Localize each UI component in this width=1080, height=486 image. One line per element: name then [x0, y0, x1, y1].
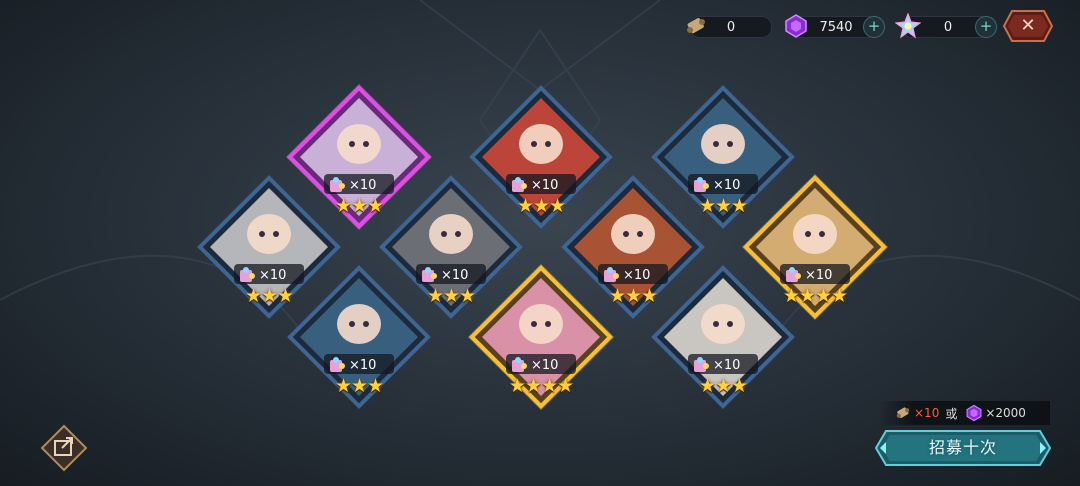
close-button[interactable]: ✕ [1002, 9, 1054, 43]
recruit-ten-label: 招募十次 [928, 438, 997, 457]
close-icon: ✕ [1020, 15, 1036, 36]
puzzle-shard-icon [694, 357, 709, 372]
scroll-counter: 0 [687, 16, 772, 38]
buy-gem-button[interactable]: + [863, 16, 885, 38]
shard-count-text: ×10 [349, 357, 377, 373]
scroll-icon [896, 407, 910, 418]
recruit-ten-button[interactable]: 招募十次 [874, 429, 1052, 467]
shard-count-text: ×10 [713, 177, 741, 193]
share-button[interactable] [38, 424, 90, 472]
scroll-count: 0 [726, 19, 736, 35]
character-card-white-hair-boy[interactable]: ×10 ★★★ [648, 262, 798, 412]
recruit-cost: ×10 或 ×2000 [880, 401, 1050, 425]
character-card-blue-maid-bottom[interactable]: ×10 ★★★ [284, 262, 434, 412]
gem-counter: 7540 + [785, 14, 885, 38]
shard-count-text: ×10 [259, 267, 287, 283]
star-rating: ★★★ [698, 375, 748, 397]
shard-count-text: ×10 [531, 177, 559, 193]
character-card-pink-hair-girl[interactable]: ×10 ★★★★ [466, 262, 616, 412]
buy-crystal-button[interactable]: + [975, 16, 997, 38]
shard-count-text: ×10 [623, 267, 651, 283]
share-icon [40, 424, 88, 472]
shard-count: ×10 [328, 356, 398, 374]
shard-count-text: ×10 [713, 357, 741, 373]
puzzle-shard-icon [330, 357, 345, 372]
puzzle-shard-icon [240, 267, 255, 282]
shard-count-text: ×10 [805, 267, 833, 283]
shard-count: ×10 [510, 356, 580, 374]
crystal-counter: 0 + [895, 13, 997, 39]
star-rating: ★★★ [334, 375, 384, 397]
shard-count-text: ×10 [349, 177, 377, 193]
gem-cost: ×2000 [985, 406, 1026, 420]
purple-gem-icon [966, 404, 982, 422]
shard-count-text: ×10 [531, 357, 559, 373]
shard-count-text: ×10 [441, 267, 469, 283]
scroll-cost: ×10 [914, 406, 940, 420]
shard-count: ×10 [692, 356, 762, 374]
or-text: 或 [945, 406, 958, 421]
star-rating: ★★★★ [508, 375, 574, 397]
puzzle-shard-icon [512, 357, 527, 372]
